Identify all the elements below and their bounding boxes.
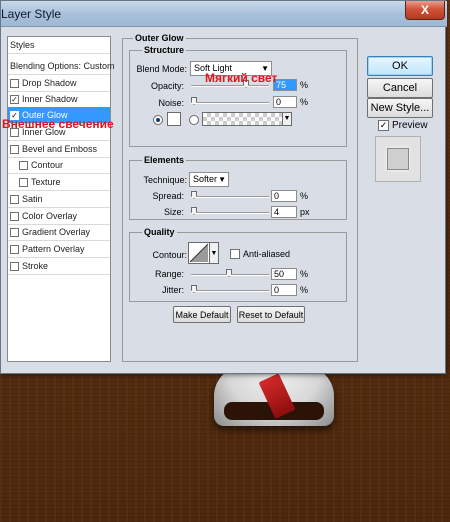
chevron-down-icon: ▼	[210, 250, 218, 257]
structure-legend: Structure	[142, 45, 187, 55]
jitter-unit: %	[300, 285, 309, 295]
styles-list-item[interactable]: Texture	[8, 174, 110, 191]
new-style-button[interactable]: New Style...	[367, 98, 433, 118]
blend-mode-label: Blend Mode:	[136, 64, 187, 74]
gradient-picker[interactable]: ▼	[202, 112, 292, 126]
styles-list-item-label: Blending Options: Custom	[10, 61, 115, 71]
anti-aliased-label: Anti-aliased	[243, 249, 291, 259]
style-checkbox[interactable]: ✓	[10, 94, 19, 104]
chevron-down-icon: ▼	[282, 113, 291, 125]
size-input[interactable]: 4	[271, 206, 297, 218]
style-checkbox[interactable]	[19, 177, 28, 187]
styles-list-item[interactable]: Drop Shadow	[8, 75, 110, 92]
contour-picker[interactable]	[188, 242, 210, 264]
styles-list-item-label: Styles	[10, 40, 35, 50]
style-checkbox[interactable]	[10, 227, 19, 237]
style-checkbox[interactable]	[10, 144, 19, 154]
anti-aliased-checkbox[interactable]	[230, 249, 240, 259]
gradient-radio[interactable]	[189, 115, 199, 125]
opacity-unit: %	[300, 80, 309, 90]
close-button[interactable]: X	[405, 1, 445, 20]
style-preview-box	[375, 136, 421, 182]
range-input[interactable]: 50	[271, 268, 297, 280]
styles-list-item[interactable]: Styles	[8, 37, 110, 54]
styles-list-item[interactable]: Gradient Overlay	[8, 224, 110, 241]
styles-list-item[interactable]: Bevel and Emboss	[8, 141, 110, 158]
style-checkbox[interactable]	[10, 78, 19, 88]
noise-label: Noise:	[158, 98, 184, 108]
soft-light-annotation: Мягкий свет	[205, 71, 278, 85]
noise-unit: %	[300, 97, 309, 107]
style-checkbox[interactable]	[10, 244, 19, 254]
style-checkbox[interactable]	[10, 261, 19, 271]
make-default-button[interactable]: Make Default	[173, 306, 231, 323]
solid-color-radio[interactable]	[153, 115, 163, 125]
preview-label: Preview	[392, 120, 428, 131]
window-title: Layer Style	[1, 7, 62, 21]
styles-list-item-label: Pattern Overlay	[22, 244, 85, 254]
close-icon: X	[420, 3, 429, 17]
styles-list-item[interactable]: Blending Options: Custom	[8, 58, 115, 75]
styles-list-item-label: Texture	[31, 177, 61, 187]
size-slider[interactable]	[191, 212, 269, 214]
reset-to-default-button[interactable]: Reset to Default	[237, 306, 305, 323]
jitter-label: Jitter:	[161, 285, 184, 295]
style-checkbox[interactable]	[19, 160, 28, 170]
styles-list-item-label: Inner Shadow	[22, 94, 78, 104]
cancel-button[interactable]: Cancel	[367, 78, 433, 98]
spread-unit: %	[300, 191, 309, 201]
styles-list-item[interactable]: Color Overlay	[8, 208, 110, 225]
title-bar[interactable]: Layer Style X	[1, 1, 447, 27]
preview-checkbox[interactable]: ✓	[378, 120, 389, 131]
noise-input[interactable]: 0	[273, 96, 297, 108]
range-label: Range:	[154, 269, 184, 279]
styles-list-item-label: Bevel and Emboss	[22, 144, 98, 154]
contour-label: Contour:	[152, 250, 187, 260]
style-checkbox[interactable]	[10, 194, 19, 204]
technique-label: Technique:	[143, 175, 187, 185]
dropdown-arrow-icon: ▼	[218, 175, 226, 184]
elements-legend: Elements	[142, 155, 187, 165]
layer-style-dialog: Layer Style X Styles Blending Options: Cu…	[0, 0, 447, 374]
styles-list-item-label: Gradient Overlay	[22, 227, 91, 237]
styles-list-item-label: Drop Shadow	[22, 78, 77, 88]
range-unit: %	[300, 269, 309, 279]
spread-label: Spread:	[152, 191, 184, 201]
styles-list-item-label: Stroke	[22, 261, 49, 271]
size-label: Size:	[163, 207, 184, 217]
spread-slider[interactable]	[191, 196, 269, 198]
styles-list-item[interactable]: ✓ Inner Shadow	[8, 91, 110, 108]
style-checkbox[interactable]	[10, 211, 19, 221]
contour-curve-icon	[189, 243, 209, 263]
quality-legend: Quality	[142, 227, 177, 237]
preview-swatch	[387, 148, 409, 170]
glow-color-swatch[interactable]	[167, 112, 181, 126]
contour-dropdown[interactable]: ▼	[210, 242, 219, 264]
noise-slider[interactable]	[191, 102, 269, 104]
styles-list-item-label: Color Overlay	[22, 211, 78, 221]
opacity-slider[interactable]	[191, 85, 269, 87]
styles-list-item-label: Contour	[31, 160, 64, 170]
styles-list-item[interactable]: Stroke	[8, 258, 110, 275]
styles-list-item[interactable]: Contour	[8, 157, 110, 174]
styles-list-item[interactable]: Satin	[8, 191, 110, 208]
styles-list-item-label: Satin	[22, 194, 43, 204]
styles-list-item[interactable]: Pattern Overlay	[8, 241, 110, 258]
outer-glow-title: Outer Glow	[133, 33, 186, 43]
styles-list: Styles Blending Options: Custom Drop Shado…	[7, 36, 115, 362]
technique-value: Softer	[193, 174, 218, 184]
spread-input[interactable]: 0	[271, 190, 297, 202]
ok-button[interactable]: OK	[367, 56, 433, 76]
jitter-slider[interactable]	[191, 290, 269, 292]
size-unit: px	[300, 207, 310, 217]
opacity-label: Opacity:	[150, 81, 184, 91]
jitter-input[interactable]: 0	[271, 284, 297, 296]
technique-select[interactable]: Softer ▼	[189, 172, 229, 187]
outer-glow-annotation: Внешнее свечение	[2, 117, 114, 131]
